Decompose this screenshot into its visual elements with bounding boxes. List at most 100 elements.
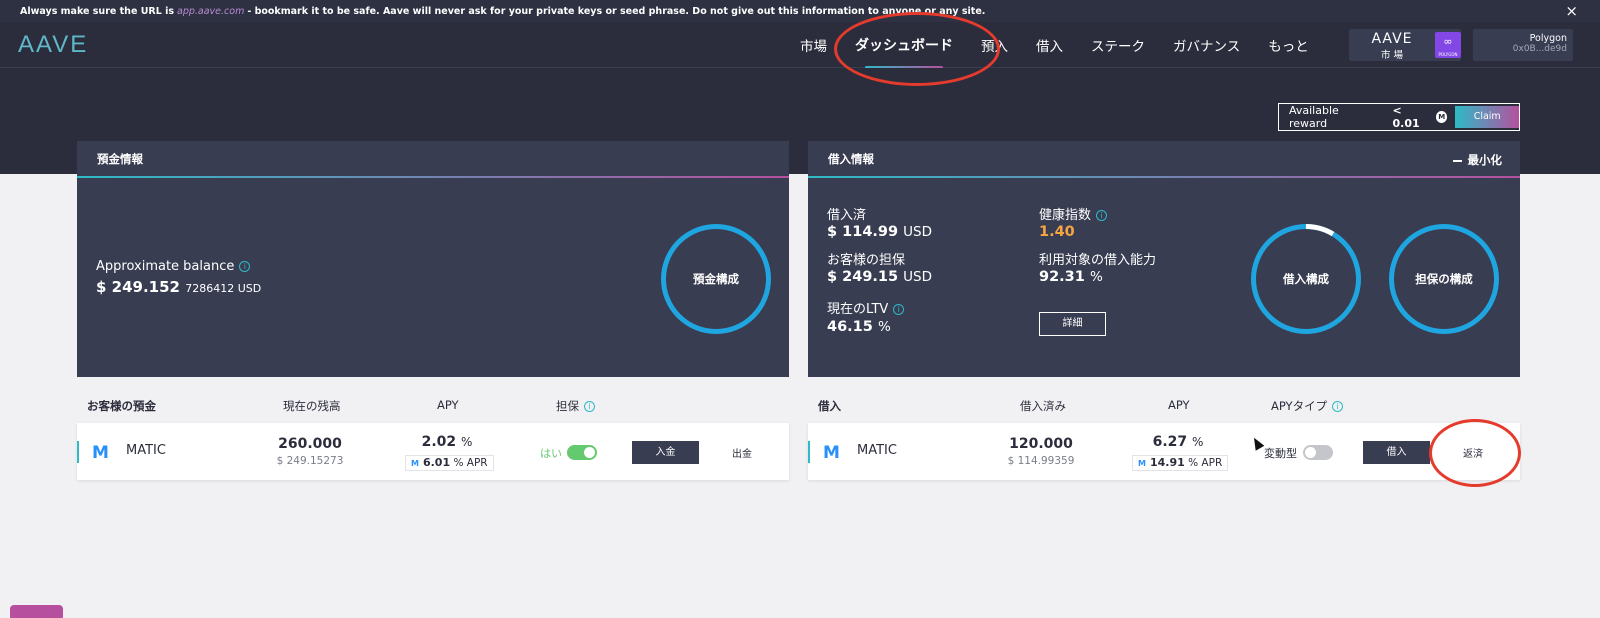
aave-logo[interactable]: AAVE <box>18 31 88 59</box>
borrows-header-asset: 借入 <box>818 399 841 413</box>
apy-type-header-text: APYタイプ <box>1271 399 1328 413</box>
info-icon[interactable]: i <box>893 304 905 315</box>
ltv-value: 46.15 % <box>827 319 891 335</box>
health-factor-label: 健康指数 i <box>1039 204 1108 223</box>
borrow-power-value: 92.31 % <box>1039 269 1103 285</box>
withdraw-button[interactable]: 出金 <box>732 445 752 460</box>
borrows-header-apy[interactable]: APY <box>1168 398 1190 412</box>
ltv-label: 現在のLTV i <box>827 298 905 317</box>
details-button[interactable]: 詳細 <box>1039 312 1106 336</box>
collateral-composition-ring[interactable]: 担保の構成 <box>1389 224 1499 334</box>
matic-icon: M <box>1138 459 1146 468</box>
borrowed-label: 借入済 <box>827 208 867 223</box>
collateral-header-text: 担保 <box>556 399 579 413</box>
deposit-asset-name: MATIC <box>126 443 166 458</box>
matic-icon: M <box>823 443 840 463</box>
banner-prefix: Always make sure the URL is <box>20 5 174 17</box>
ring-label: 預金構成 <box>693 272 739 286</box>
borrow-apy-unit: % <box>1192 435 1204 449</box>
market-subtitle: 市 場 <box>1380 50 1404 61</box>
account-network: Polygon <box>1529 33 1567 44</box>
security-banner: Always make sure the URL is app.aave.com… <box>0 0 1600 22</box>
borrow-apr-badge: M 14.91 % APR <box>1132 455 1229 471</box>
annotation-circle-repay <box>1429 419 1521 487</box>
nav-borrow[interactable]: 借入 <box>1036 35 1063 55</box>
ltv-unit: % <box>877 319 891 335</box>
borrow-panel-title: 借入情報 <box>808 141 1520 178</box>
collateral-unit: USD <box>903 269 933 285</box>
borrow-row[interactable]: M MATIC 120.000 $ 114.99359 6.27 % M 14.9… <box>808 423 1520 480</box>
deposits-header-balance[interactable]: 現在の残高 <box>283 398 341 414</box>
top-nav-bar: AAVE 市場 ダッシュボード 預入 借入 ステーク ガバナンス もっと AAV… <box>0 22 1600 69</box>
info-icon[interactable]: i <box>1096 210 1108 221</box>
deposit-balance: 260.000 <box>278 436 342 452</box>
collateral-toggle[interactable] <box>567 445 597 460</box>
close-icon[interactable]: × <box>1565 2 1578 20</box>
market-selector[interactable]: AAVE 市 場 ∞ POLYGON <box>1349 29 1461 61</box>
corner-tab[interactable] <box>10 605 63 618</box>
deposit-panel-title: 預金情報 <box>77 141 789 178</box>
polygon-icon: ∞ POLYGON <box>1435 32 1461 58</box>
matic-icon: M <box>411 459 419 468</box>
borrows-header-apy-type: APYタイプ i <box>1271 398 1344 414</box>
borrows-header-borrowed[interactable]: 借入済み <box>1020 398 1066 414</box>
borrowed-unit: USD <box>903 224 933 240</box>
collateral-label: お客様の担保 <box>827 253 906 268</box>
balance-label-text: Approximate balance <box>96 259 235 274</box>
info-icon[interactable]: i <box>1332 401 1344 412</box>
collateral-amount: $ 249.15 <box>827 269 899 285</box>
balance-label: Approximate balance i <box>96 259 251 274</box>
info-icon[interactable]: i <box>239 261 251 272</box>
borrowed-value: $ 114.99 USD <box>827 224 932 240</box>
balance-value: $ 249.152 7286412 USD <box>96 278 261 296</box>
banner-suffix: - bookmark it to be safe. Aave will neve… <box>247 5 986 17</box>
info-icon[interactable]: i <box>584 401 595 412</box>
annotation-circle-dashboard <box>834 12 1000 86</box>
deposit-apy-value: 2.02 <box>421 434 457 450</box>
deposit-button[interactable]: 入金 <box>632 441 699 464</box>
ltv-label-text: 現在のLTV <box>827 302 889 317</box>
borrowed-amount-usd: $ 114.99359 <box>1007 455 1075 467</box>
minimize-button[interactable]: 最小化 <box>1453 152 1503 168</box>
deposit-apr-value: 6.01 <box>422 456 451 469</box>
reward-value: < 0.01 <box>1392 104 1420 130</box>
deposits-header-collateral: 担保 i <box>556 398 595 414</box>
apy-type-toggle[interactable] <box>1303 445 1333 460</box>
ring-label: 担保の構成 <box>1415 272 1473 286</box>
nav-markets[interactable]: 市場 <box>800 35 827 55</box>
account-address: 0x0B...de9d <box>1512 44 1567 54</box>
nav-governance[interactable]: ガバナンス <box>1173 35 1240 55</box>
collateral-yes-label: はい <box>540 447 562 460</box>
deposit-balance-usd: $ 249.15273 <box>276 455 344 467</box>
borrow-button[interactable]: 借入 <box>1363 441 1430 464</box>
deposit-apr-unit: % APR <box>453 457 488 469</box>
deposit-composition-ring[interactable]: 預金構成 <box>661 224 771 334</box>
claim-button[interactable]: Claim <box>1455 106 1520 128</box>
deposits-header-apy[interactable]: APY <box>437 398 459 412</box>
deposit-apr-badge: M 6.01 % APR <box>405 455 494 471</box>
borrow-asset-name: MATIC <box>857 443 897 458</box>
borrow-apr-unit: % APR <box>1188 457 1223 469</box>
account-button[interactable]: Polygon 0x0B...de9d <box>1473 29 1573 61</box>
balance-main: $ 249.152 <box>96 278 180 296</box>
borrowed-amount: $ 114.99 <box>827 224 899 240</box>
matic-icon: M <box>92 443 109 463</box>
ltv-amount: 46.15 <box>827 319 873 335</box>
available-reward: Available reward < 0.01 M Claim <box>1278 103 1520 131</box>
ring-gap-arc <box>1305 224 1335 237</box>
health-label-text: 健康指数 <box>1039 208 1092 223</box>
nav-more[interactable]: もっと <box>1268 35 1309 55</box>
deposit-row[interactable]: M MATIC 260.000 $ 249.15273 2.02 % M 6.01… <box>77 423 789 480</box>
polygon-badge-label: POLYGON <box>1438 52 1458 57</box>
borrow-info-panel: 借入情報 最小化 借入済 $ 114.99 USD お客様の担保 $ 249.1… <box>808 141 1520 377</box>
deposit-info-panel: 預金情報 Approximate balance i $ 249.152 7286… <box>77 141 789 377</box>
borrow-apr-value: 14.91 <box>1149 456 1185 469</box>
market-title: AAVE <box>1371 31 1413 47</box>
deposits-header-asset: お客様の預金 <box>87 399 156 413</box>
borrow-power-unit: % <box>1089 269 1103 285</box>
balance-rest: 7286412 USD <box>185 282 262 295</box>
matic-icon: M <box>1436 111 1448 123</box>
borrow-apy-value: 6.27 <box>1152 434 1188 450</box>
nav-stake[interactable]: ステーク <box>1091 35 1145 55</box>
banner-url-link[interactable]: app.aave.com <box>177 6 244 17</box>
